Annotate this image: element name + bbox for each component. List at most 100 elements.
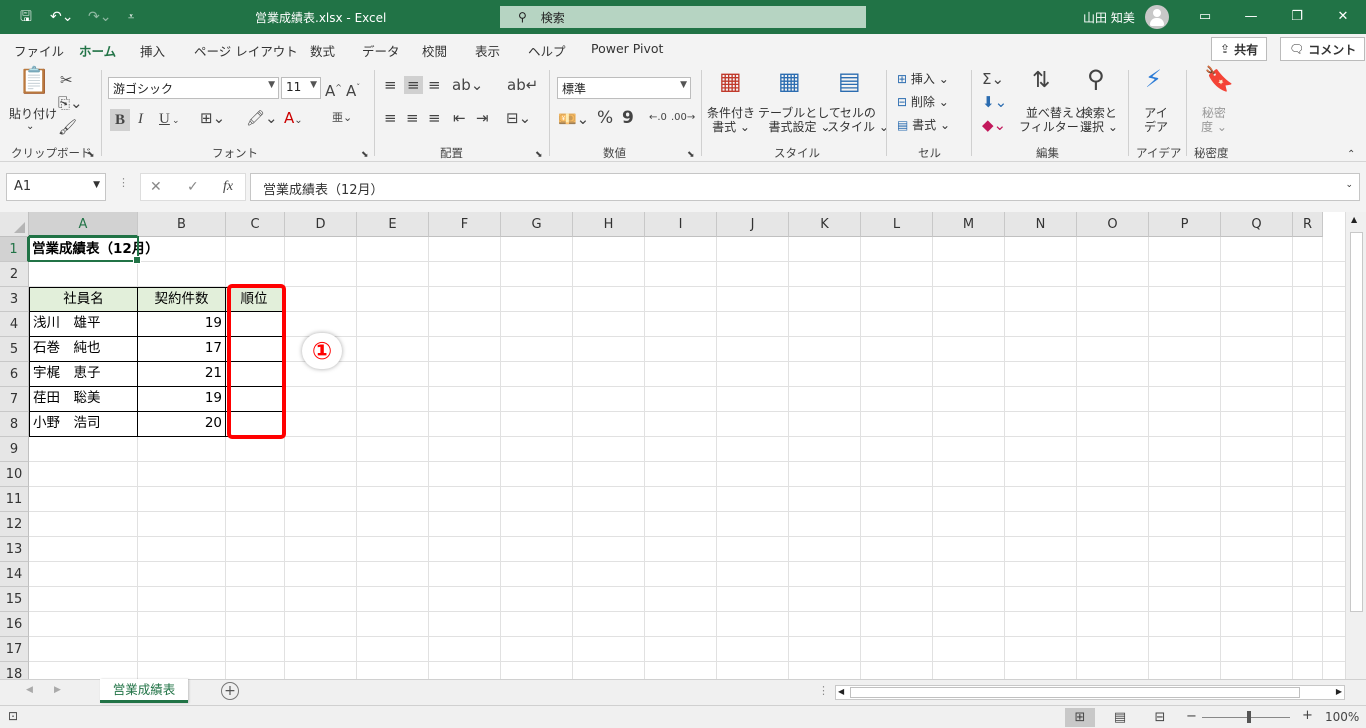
tab-splitter-icon[interactable]: ⋮ bbox=[818, 684, 829, 697]
vertical-scroll-thumb[interactable] bbox=[1350, 232, 1363, 612]
employee-name-cell[interactable]: 荏田 聡美 bbox=[29, 386, 138, 412]
insert-cells-button[interactable]: ⊞ 挿入 ⌄ bbox=[897, 72, 949, 86]
increase-font-size-icon[interactable]: A^ bbox=[325, 79, 342, 100]
autosum-icon[interactable]: Σ⌄ bbox=[982, 70, 1004, 88]
fill-color-icon[interactable]: 🖍⌄ bbox=[246, 109, 278, 127]
enter-icon[interactable]: ✓ bbox=[187, 179, 199, 195]
sheet-tab-sales[interactable]: 営業成績表 bbox=[100, 679, 188, 703]
wrap-text-icon[interactable]: ab↵ bbox=[507, 76, 538, 94]
find-select-button[interactable]: 検索と 選択 ⌄ bbox=[1080, 106, 1118, 134]
format-as-table-icon[interactable]: ▦ bbox=[778, 69, 801, 93]
tab-power-pivot[interactable]: Power Pivot bbox=[591, 41, 663, 56]
borders-icon[interactable]: ⊞⌄ bbox=[200, 109, 225, 127]
column-header-a[interactable]: A bbox=[29, 212, 138, 237]
horizontal-scroll-thumb[interactable] bbox=[850, 687, 1300, 698]
tab-formulas[interactable]: 数式 bbox=[310, 41, 335, 60]
delete-cells-button[interactable]: ⊟ 削除 ⌄ bbox=[897, 95, 949, 109]
header-name-cell[interactable]: 社員名 bbox=[29, 287, 138, 312]
italic-button[interactable]: I bbox=[138, 110, 143, 128]
format-cells-button[interactable]: ▤ 書式 ⌄ bbox=[897, 118, 950, 132]
decrease-indent-icon[interactable]: ⇤ bbox=[453, 109, 466, 127]
comma-style-button[interactable]: 9 bbox=[622, 109, 634, 127]
scroll-up-icon[interactable]: ▲ bbox=[1351, 215, 1357, 224]
bold-button[interactable]: B bbox=[110, 109, 130, 131]
tab-insert[interactable]: 挿入 bbox=[140, 41, 165, 60]
search-box[interactable]: ⚲ 検索 bbox=[500, 6, 866, 28]
ribbon-display-options-icon[interactable]: ▭ bbox=[1182, 0, 1228, 34]
column-header-c[interactable]: C bbox=[226, 212, 285, 237]
align-middle-icon[interactable]: ≡ bbox=[404, 76, 423, 94]
tab-home[interactable]: ホーム bbox=[79, 41, 117, 67]
insert-function-button[interactable]: fx bbox=[223, 179, 233, 195]
column-header-d[interactable]: D bbox=[285, 212, 357, 237]
percent-style-button[interactable]: % bbox=[597, 109, 613, 127]
align-top-icon[interactable]: ≡ bbox=[384, 76, 397, 94]
row-header-18[interactable]: 18 bbox=[0, 662, 29, 679]
font-size-select[interactable]: 11 ▼ bbox=[281, 77, 321, 99]
sensitivity-icon[interactable]: 🔖 bbox=[1204, 67, 1234, 91]
worksheet-grid[interactable]: ABCDEFGHIJKLMNOPQR 1 2 3 4 5 6 7 8 9 10 11 12 13 14 15… bbox=[0, 212, 1366, 679]
comments-button[interactable]: 🗨 コメント bbox=[1280, 37, 1366, 61]
format-painter-icon[interactable]: 🖌 bbox=[58, 118, 77, 136]
restore-icon[interactable]: ❐ bbox=[1274, 0, 1320, 34]
sensitivity-button[interactable]: 秘密 度 ⌄ bbox=[1201, 106, 1227, 134]
row-header-12[interactable]: 12 bbox=[0, 512, 29, 537]
align-bottom-icon[interactable]: ≡ bbox=[428, 76, 441, 94]
copy-icon[interactable]: ⎘⌄ bbox=[58, 94, 83, 112]
row-header-14[interactable]: 14 bbox=[0, 562, 29, 587]
find-select-icon[interactable]: ⚲ bbox=[1087, 67, 1105, 91]
column-header-p[interactable]: P bbox=[1149, 212, 1221, 237]
currency-format-icon[interactable]: 💴⌄ bbox=[558, 110, 589, 128]
font-name-select[interactable]: 游ゴシック ▼ bbox=[108, 77, 279, 99]
row-header-4[interactable]: 4 bbox=[0, 312, 29, 337]
row-header-10[interactable]: 10 bbox=[0, 462, 29, 487]
row-header-3[interactable]: 3 bbox=[0, 287, 29, 312]
number-format-select[interactable]: 標準 ▼ bbox=[557, 77, 691, 99]
column-header-e[interactable]: E bbox=[357, 212, 429, 237]
row-header-5[interactable]: 5 bbox=[0, 337, 29, 362]
page-layout-view-icon[interactable]: ▤ bbox=[1105, 708, 1135, 727]
employee-name-cell[interactable]: 浅川 雄平 bbox=[29, 311, 138, 337]
tab-page-layout[interactable]: ページ レイアウト bbox=[194, 41, 298, 60]
employee-name-cell[interactable]: 宇梶 恵子 bbox=[29, 361, 138, 387]
column-header-k[interactable]: K bbox=[789, 212, 861, 237]
column-header-f[interactable]: F bbox=[429, 212, 501, 237]
column-header-b[interactable]: B bbox=[138, 212, 226, 237]
sort-filter-icon[interactable]: ⇅ bbox=[1032, 70, 1050, 92]
row-header-13[interactable]: 13 bbox=[0, 537, 29, 562]
column-header-h[interactable]: H bbox=[573, 212, 645, 237]
row-header-9[interactable]: 9 bbox=[0, 437, 29, 462]
zoom-out-icon[interactable]: − bbox=[1186, 709, 1197, 724]
phonetic-guide-icon[interactable]: 亜⌄ bbox=[332, 109, 352, 127]
align-left-icon[interactable]: ≡ bbox=[384, 109, 397, 127]
avatar[interactable] bbox=[1145, 5, 1169, 29]
prev-sheet-icon[interactable]: ◀ bbox=[26, 685, 33, 695]
employee-name-cell[interactable]: 石巻 純也 bbox=[29, 336, 138, 362]
tab-data[interactable]: データ bbox=[362, 41, 400, 60]
row-header-2[interactable]: 2 bbox=[0, 262, 29, 287]
font-color-icon[interactable]: A⌄ bbox=[284, 109, 303, 130]
column-header-m[interactable]: M bbox=[933, 212, 1005, 237]
underline-button[interactable]: U bbox=[159, 110, 170, 128]
minimize-icon[interactable]: — bbox=[1228, 0, 1274, 34]
contract-count-cell[interactable]: 21 bbox=[137, 361, 226, 387]
page-break-preview-icon[interactable]: ⊟ bbox=[1145, 708, 1175, 727]
ideas-button[interactable]: アイ デア bbox=[1144, 106, 1168, 134]
column-header-j[interactable]: J bbox=[717, 212, 789, 237]
share-button[interactable]: ⇪ 共有 bbox=[1211, 37, 1268, 61]
header-count-cell[interactable]: 契約件数 bbox=[137, 287, 226, 312]
clear-icon[interactable]: ◆⌄ bbox=[982, 116, 1006, 134]
cut-icon[interactable]: ✂ bbox=[60, 71, 73, 89]
orientation-icon[interactable]: ab⌄ bbox=[452, 76, 483, 94]
cell-styles-button[interactable]: セルの スタイル ⌄ bbox=[827, 106, 889, 134]
next-sheet-icon[interactable]: ▶ bbox=[54, 685, 61, 695]
zoom-slider[interactable] bbox=[1202, 717, 1290, 718]
column-header-g[interactable]: G bbox=[501, 212, 573, 237]
conditional-formatting-icon[interactable]: ▦ bbox=[719, 69, 742, 93]
customize-quick-access-icon[interactable]: ⩡ bbox=[128, 8, 134, 26]
contract-count-cell[interactable]: 17 bbox=[137, 336, 226, 362]
vertical-scrollbar[interactable]: ▲ bbox=[1345, 212, 1366, 679]
merge-center-icon[interactable]: ⊟⌄ bbox=[506, 109, 531, 127]
contract-count-cell[interactable]: 19 bbox=[137, 311, 226, 337]
ideas-icon[interactable]: ⚡ bbox=[1145, 67, 1162, 91]
